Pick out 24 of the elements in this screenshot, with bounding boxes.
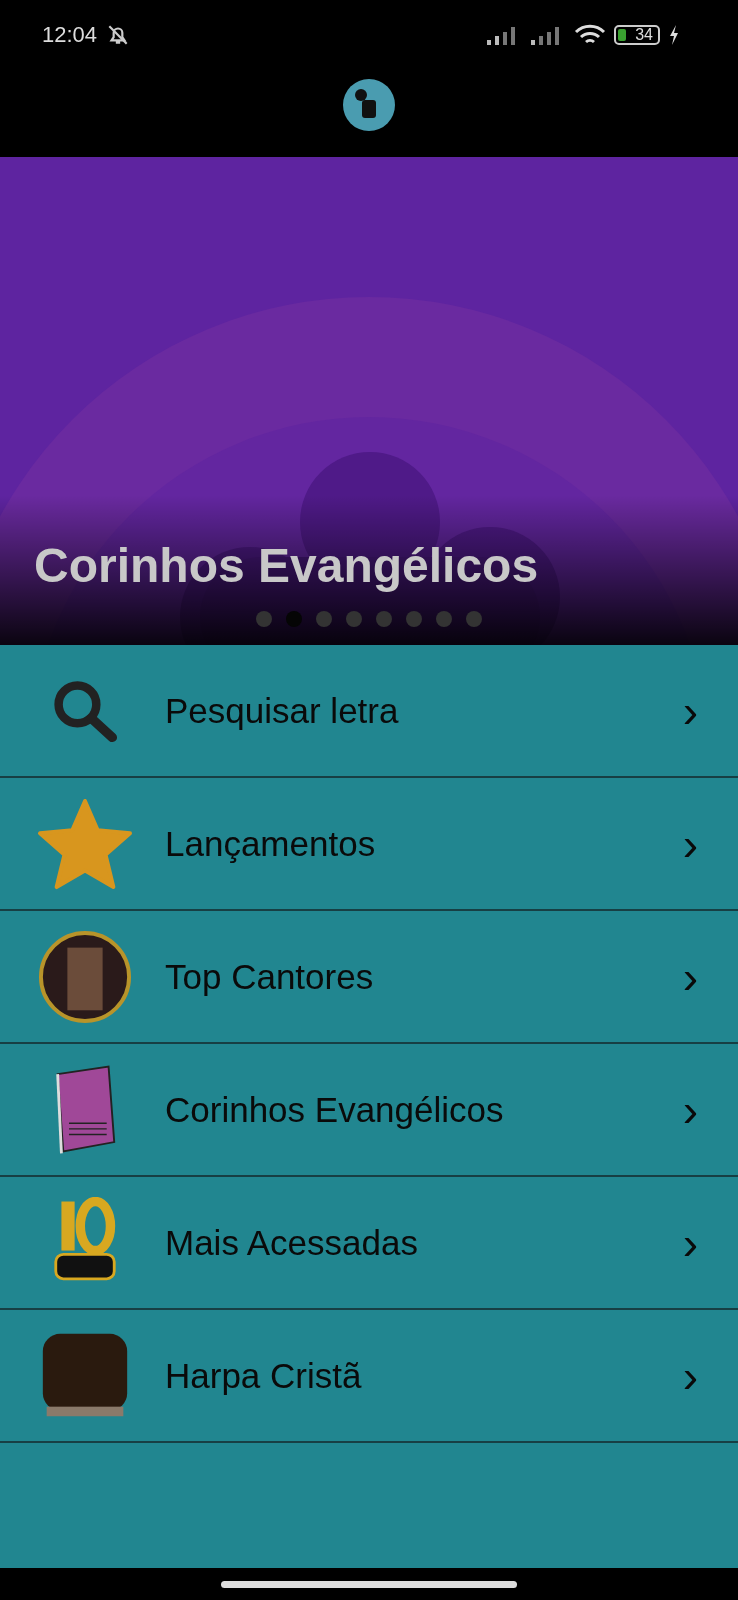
chevron-right-icon: › bbox=[682, 949, 698, 1004]
menu-item-label: Top Cantores bbox=[165, 956, 375, 997]
menu-item[interactable]: Mais Acessadas › bbox=[0, 1177, 738, 1310]
chevron-right-icon: › bbox=[682, 816, 698, 871]
menu-item[interactable]: Harpa Cristã › bbox=[0, 1310, 738, 1443]
menu-item-label: Mais Acessadas bbox=[165, 1222, 419, 1263]
menu-item[interactable]: Lançamentos › bbox=[0, 778, 738, 911]
menu-item[interactable]: Pesquisar letra › bbox=[0, 645, 738, 778]
menu-item[interactable]: Top Cantores › bbox=[0, 911, 738, 1044]
charging-bolt-icon bbox=[668, 24, 680, 46]
battery-icon: 34 bbox=[614, 25, 660, 45]
star-icon bbox=[36, 796, 134, 891]
chevron-right-icon: › bbox=[682, 683, 698, 738]
banner-title: Corinhos Evangélicos bbox=[34, 538, 540, 593]
home-indicator[interactable] bbox=[221, 1580, 517, 1588]
menu-item-label: Corinhos Evangélicos bbox=[165, 1089, 505, 1130]
status-time: 12:04 bbox=[42, 22, 98, 48]
menu-item-label: Harpa Cristã bbox=[165, 1355, 363, 1396]
chevron-right-icon: › bbox=[682, 1082, 698, 1137]
menu-item-label: Pesquisar letra bbox=[165, 690, 400, 731]
menu-item[interactable]: Corinhos Evangélicos › bbox=[0, 1044, 738, 1177]
chevron-right-icon: › bbox=[682, 1215, 698, 1270]
chevron-right-icon: › bbox=[682, 1348, 698, 1403]
menu-item-label: Lançamentos bbox=[165, 823, 377, 864]
